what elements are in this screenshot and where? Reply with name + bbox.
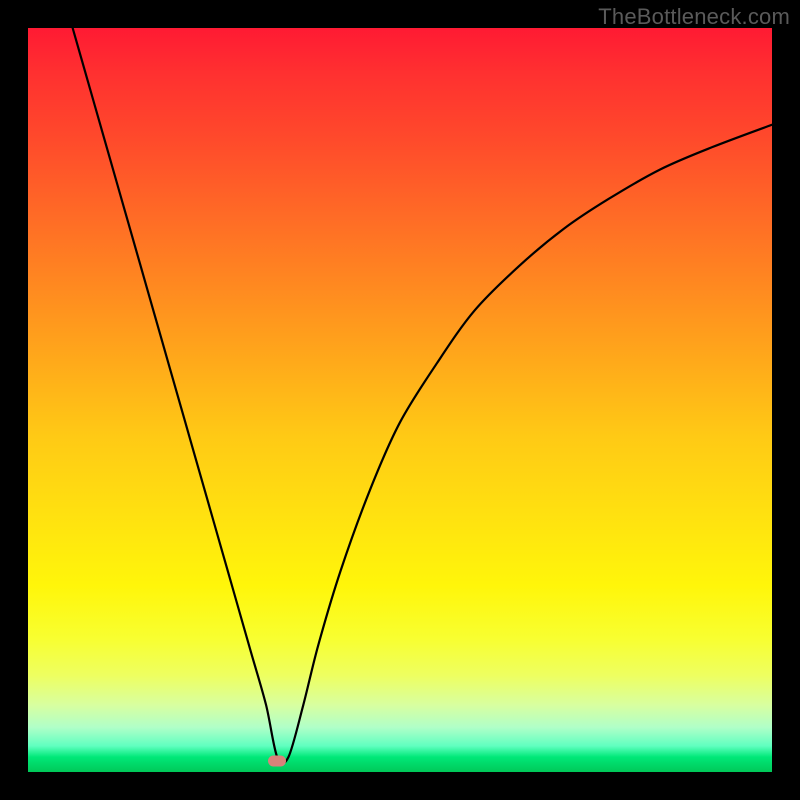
plot-area xyxy=(28,28,772,772)
bottleneck-curve xyxy=(28,28,772,772)
chart-frame: TheBottleneck.com xyxy=(0,0,800,800)
minimum-marker xyxy=(268,755,286,766)
watermark-text: TheBottleneck.com xyxy=(598,4,790,30)
